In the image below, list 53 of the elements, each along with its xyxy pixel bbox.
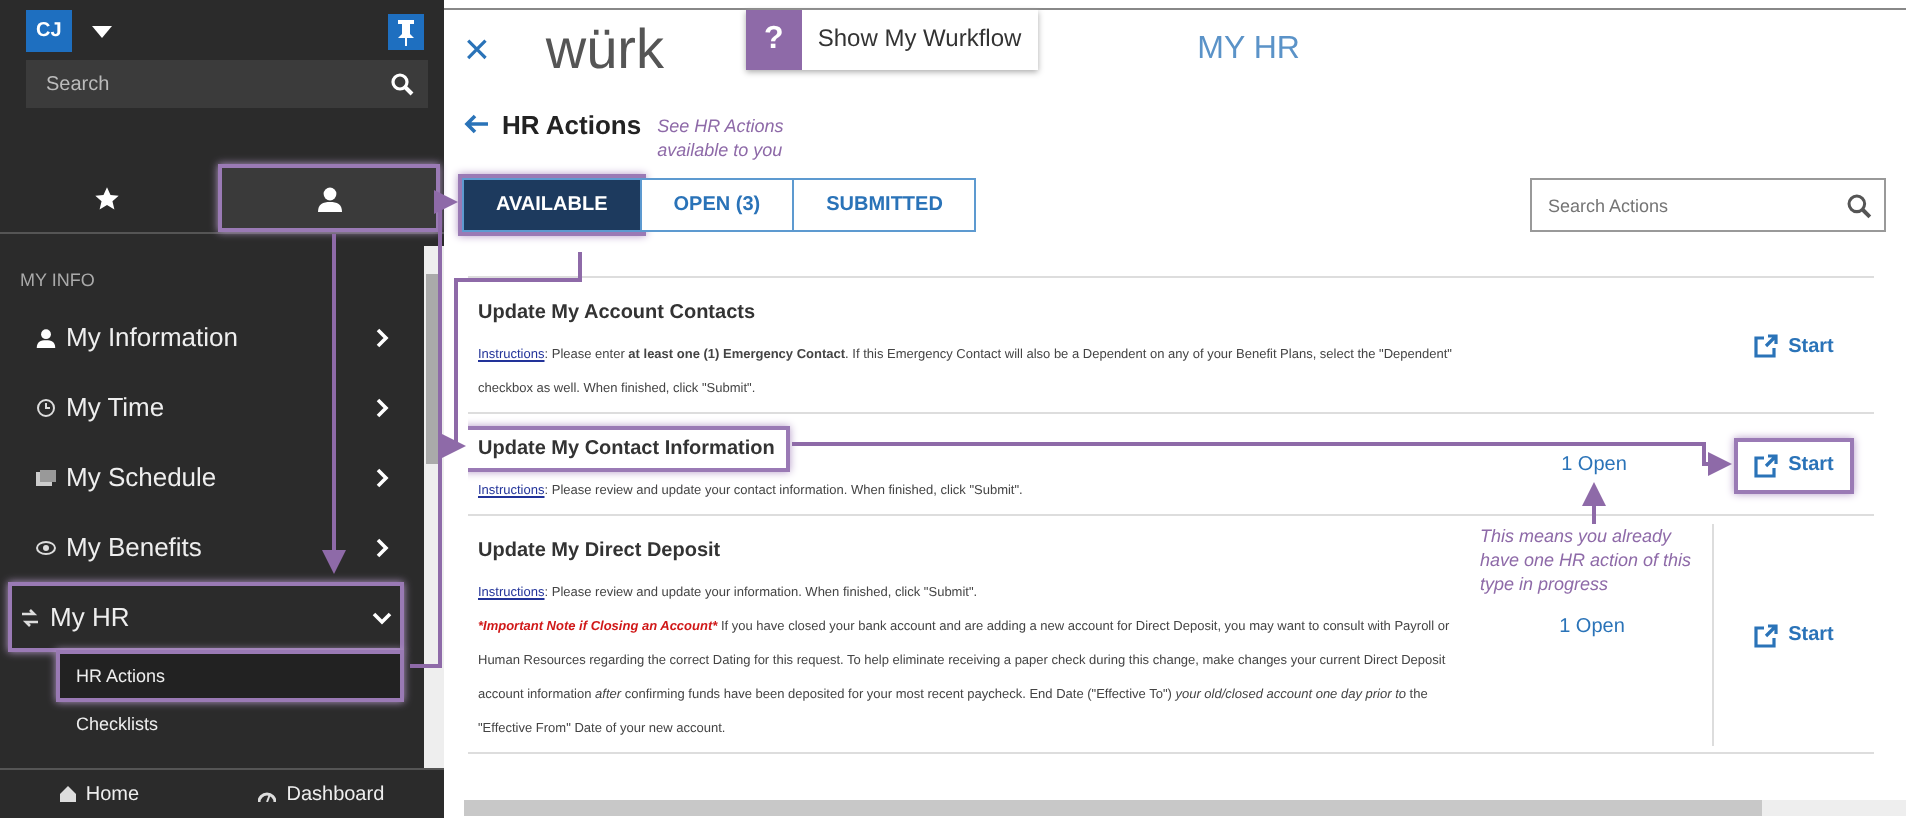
caret-icon[interactable]	[91, 25, 112, 37]
chevron-right-icon	[372, 537, 392, 557]
tab[interactable]: OPEN (3)	[639, 178, 795, 232]
menu-item[interactable]: My HR	[12, 586, 400, 648]
action-title: Update My Direct Deposit	[476, 538, 723, 566]
tab[interactable]: SUBMITTED	[792, 178, 977, 232]
pin-icon[interactable]	[388, 13, 424, 49]
submenu-item[interactable]: HR Actions	[60, 654, 400, 698]
external-link-icon	[1754, 334, 1779, 358]
annotation-text: See HR Actions available to you	[657, 114, 786, 162]
section-label: MY INFO	[18, 268, 97, 294]
close-button[interactable]: ×	[464, 24, 506, 76]
scrollbar[interactable]	[464, 800, 1906, 816]
action-title: Update My Account Contacts	[476, 300, 758, 328]
search-icon[interactable]	[390, 72, 414, 96]
star-icon	[94, 185, 120, 211]
nav-tab[interactable]	[222, 168, 436, 228]
chevron-right-icon	[372, 397, 392, 417]
back-arrow-icon	[464, 114, 490, 134]
clock-icon	[36, 397, 56, 417]
swap-icon	[20, 607, 40, 627]
external-link-icon	[1754, 623, 1779, 647]
search-field[interactable]: Search Actions	[1530, 178, 1886, 232]
menu-item[interactable]: My Benefits	[28, 516, 400, 578]
back-link[interactable]: HR Actions	[464, 106, 642, 142]
page-heading: MY HR	[1197, 32, 1300, 68]
annotation-text: This means you already have one HR action of this type in progress	[1480, 524, 1694, 596]
menu-item[interactable]: My Information	[28, 306, 400, 368]
external-link-icon	[1754, 453, 1779, 477]
menu-item[interactable]: My Time	[28, 376, 400, 438]
open-count-link[interactable]: 1 Open	[1559, 616, 1625, 638]
chevron-down-icon	[372, 607, 392, 627]
eye-icon	[36, 537, 56, 557]
calendar-icon	[36, 467, 56, 487]
annotation-arrow	[1582, 482, 1606, 524]
home-icon	[59, 786, 76, 802]
person-icon	[317, 185, 341, 211]
menu-item[interactable]: My Schedule	[28, 446, 400, 508]
workflow-button[interactable]: ? Show My Wurkflow	[745, 10, 1038, 70]
submenu-item[interactable]: Checklists	[60, 702, 400, 746]
chevron-right-icon	[372, 467, 392, 487]
user-avatar[interactable]: CJ	[26, 10, 72, 52]
start-button[interactable]: Start	[1738, 441, 1850, 489]
action-title: Update My Contact Information	[468, 430, 787, 468]
open-count-link[interactable]: 1 Open	[1561, 454, 1627, 476]
logo: würk	[545, 18, 666, 82]
search-field[interactable]: Search	[26, 60, 428, 108]
footer-link[interactable]: Home	[59, 783, 140, 805]
person-icon	[36, 327, 56, 347]
footer-link[interactable]: Dashboard	[258, 783, 385, 805]
chevron-right-icon	[372, 327, 392, 347]
search-icon[interactable]	[1846, 192, 1872, 218]
tab[interactable]: AVAILABLE	[462, 178, 642, 232]
